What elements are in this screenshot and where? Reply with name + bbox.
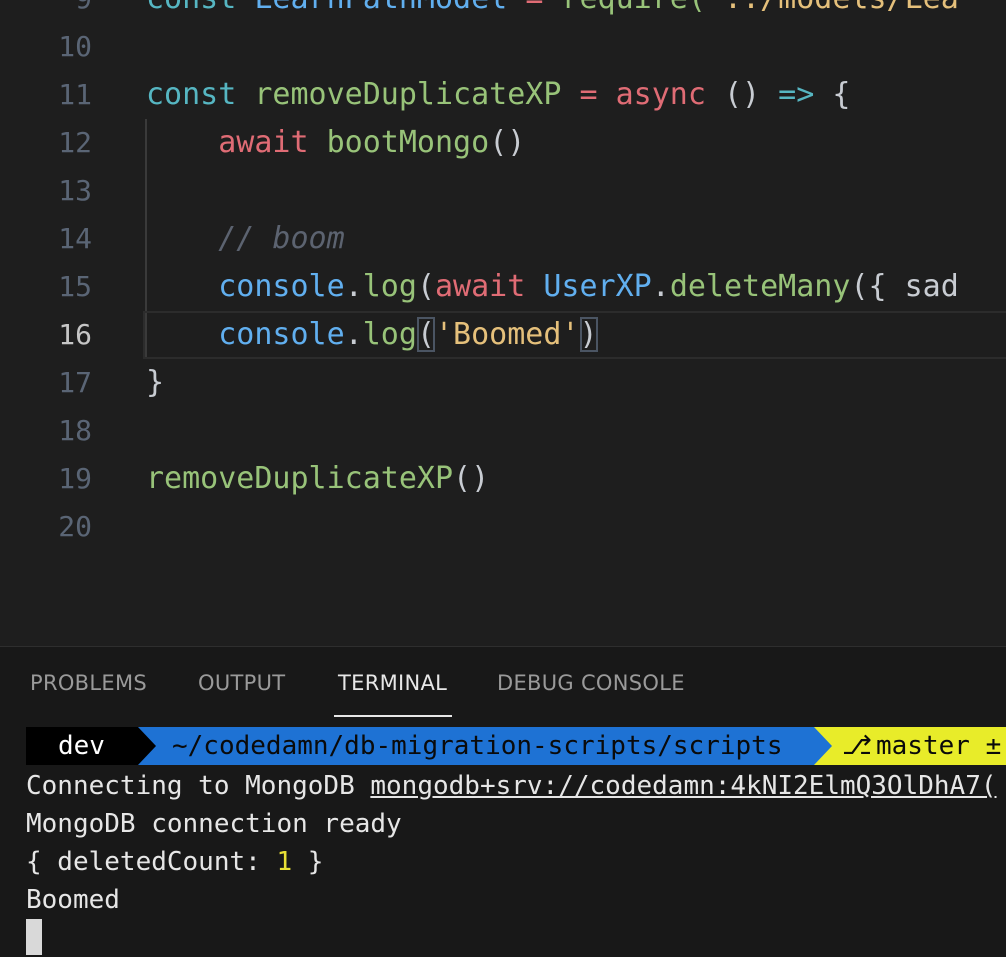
prompt-path-segment: ~/codedamn/db-migration-scripts/scripts	[138, 727, 814, 765]
code-line[interactable]: 12 await bootMongo()	[0, 119, 1006, 167]
line-number: 16	[58, 318, 92, 351]
code-token: {	[832, 77, 851, 112]
line-number: 18	[58, 414, 92, 447]
code-line[interactable]: 13	[0, 167, 1006, 215]
code-token: '../models/Lea	[706, 0, 959, 16]
code-line[interactable]: 14 // boom	[0, 215, 1006, 263]
prompt-env-segment: dev	[26, 727, 138, 765]
line-number: 17	[58, 366, 92, 399]
code-token: console	[218, 269, 345, 304]
active-tab-indicator	[334, 715, 452, 717]
code-line[interactable]: 16 console.log('Boomed')	[0, 311, 1006, 359]
line-number: 11	[58, 78, 92, 111]
code-token: console	[218, 317, 345, 352]
code-line[interactable]: 15 console.log(await UserXP.deleteMany({…	[0, 263, 1006, 311]
terminal-output-line: { deletedCount: 1 }	[26, 843, 323, 881]
code-line[interactable]: 18	[0, 407, 1006, 455]
code-text: const LearnPathModel = require('../model…	[146, 0, 959, 23]
terminal-output-line: MongoDB connection ready	[26, 809, 402, 839]
code-token: UserXP	[543, 269, 652, 304]
terminal-cursor[interactable]	[26, 919, 42, 955]
code-token: ()	[723, 77, 779, 112]
code-token: log	[362, 317, 417, 352]
code-token: =	[525, 0, 561, 16]
code-line[interactable]: 10	[0, 23, 1006, 71]
git-branch-icon: ⎇	[842, 731, 872, 761]
output-number: 1	[276, 847, 293, 877]
line-number: 10	[58, 30, 92, 63]
line-number: 13	[58, 174, 92, 207]
prompt-separator-arrow	[814, 727, 832, 765]
code-token: deleteMany	[669, 269, 851, 304]
code-token: .	[344, 269, 363, 304]
code-token: =	[579, 77, 616, 112]
code-token: }	[146, 365, 165, 400]
line-number: 15	[58, 270, 92, 303]
code-token: removeDuplicateXP	[146, 461, 454, 496]
code-token: .	[651, 269, 670, 304]
code-editor[interactable]: 9 const LearnPathModel = require('../mode…	[0, 0, 1006, 646]
code-token: const	[146, 0, 254, 16]
code-token: ()	[453, 461, 490, 496]
code-token: (	[416, 269, 435, 304]
code-token: .	[344, 317, 363, 352]
code-token: bootMongo	[326, 125, 490, 160]
output-text: Connecting to MongoDB	[26, 771, 371, 801]
tab-debug-console[interactable]: DEBUG CONSOLE	[497, 671, 685, 695]
terminal-link[interactable]: mongodb+srv://codedamn:4kNI2ElmQ3OlDhA7(	[370, 771, 996, 801]
output-text: { deletedCount:	[26, 847, 277, 877]
code-token: require(	[561, 0, 706, 16]
line-number: 14	[58, 222, 92, 255]
code-token: await	[218, 125, 327, 160]
code-token: const	[146, 77, 255, 112]
output-text: }	[292, 847, 324, 877]
terminal-prompt: dev ~/codedamn/db-migration-scripts/scri…	[26, 727, 1006, 765]
code-token: ()	[489, 125, 526, 160]
line-number: 20	[58, 510, 92, 543]
code-line[interactable]: 17}	[0, 359, 1006, 407]
terminal-output-line: Boomed	[26, 885, 120, 915]
code-line[interactable]: 9 const LearnPathModel = require('../mode…	[0, 0, 1006, 23]
panel-tabs: PROBLEMS OUTPUT TERMINAL DEBUG CONSOLE	[0, 647, 1006, 719]
code-token: 'Boomed'	[435, 317, 580, 352]
code-line[interactable]: 20	[0, 503, 1006, 551]
code-token: log	[362, 269, 417, 304]
tab-output[interactable]: OUTPUT	[198, 671, 285, 695]
code-token: removeDuplicateXP	[254, 77, 580, 112]
code-text: }	[146, 359, 164, 407]
bottom-panel: PROBLEMS OUTPUT TERMINAL DEBUG CONSOLE d…	[0, 646, 1006, 957]
code-line[interactable]: 19 removeDuplicateXP()	[0, 455, 1006, 503]
code-text: await bootMongo()	[146, 119, 525, 167]
line-number: 9	[0, 0, 92, 23]
prompt-separator-arrow	[138, 727, 156, 765]
tab-terminal[interactable]: TERMINAL	[338, 671, 447, 695]
code-text: const removeDuplicateXP = async () => {	[146, 71, 850, 119]
line-number: 19	[58, 462, 92, 495]
terminal-output-line: Connecting to MongoDB mongodb+srv://code…	[26, 767, 997, 805]
code-token: (	[416, 317, 435, 352]
code-text: removeDuplicateXP()	[146, 455, 489, 503]
code-token: ({ sad	[850, 269, 959, 304]
code-token: // boom	[218, 221, 345, 256]
code-line[interactable]: 11 const removeDuplicateXP = async () => …	[0, 71, 1006, 119]
code-text: console.log(await UserXP.deleteMany({ sa…	[146, 263, 959, 311]
code-text: console.log('Boomed')	[146, 311, 598, 359]
code-token: )	[579, 317, 598, 352]
code-text: // boom	[146, 215, 345, 263]
code-token: =>	[778, 77, 833, 112]
tab-problems[interactable]: PROBLEMS	[30, 671, 147, 695]
code-token: await	[435, 269, 544, 304]
line-number: 12	[58, 126, 92, 159]
code-token: async	[615, 77, 724, 112]
code-token: LearnPathModel	[254, 0, 525, 16]
